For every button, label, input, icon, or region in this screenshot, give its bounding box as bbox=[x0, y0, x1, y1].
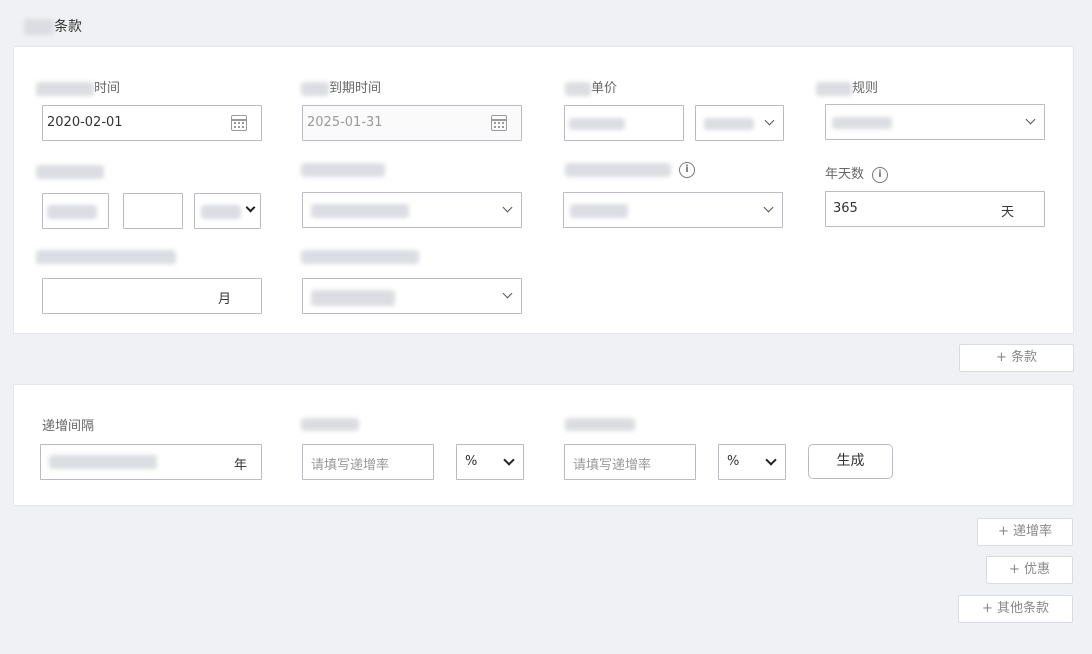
row2-select-1[interactable] bbox=[42, 193, 109, 229]
chevron-down-icon bbox=[1025, 114, 1036, 125]
row2-input-1[interactable] bbox=[123, 193, 183, 229]
days-per-year-input[interactable]: 365 天 bbox=[825, 191, 1045, 227]
row2-select-2[interactable] bbox=[194, 193, 261, 229]
increment-card: 递增间隔 年 请填写递增率 % 请填写递增率 % 生成 bbox=[13, 384, 1074, 506]
interval-label: 递增间隔 bbox=[42, 419, 95, 434]
chevron-down-icon bbox=[763, 202, 774, 213]
redacted-text bbox=[301, 418, 359, 431]
redacted-value bbox=[311, 290, 395, 306]
rate2-input[interactable]: 请填写递增率 bbox=[564, 444, 696, 480]
start-date-value: 2020-02-01 bbox=[47, 115, 123, 130]
rule-label: 规则 bbox=[816, 77, 878, 96]
add-increment-rate-label: + 递增率 bbox=[997, 524, 1053, 539]
calendar-icon[interactable] bbox=[231, 115, 247, 131]
redacted-text bbox=[816, 81, 852, 96]
redacted-text bbox=[565, 418, 635, 431]
expiry-date-input[interactable]: 2025-01-31 bbox=[302, 105, 522, 141]
rate1-input[interactable]: 请填写递增率 bbox=[302, 444, 434, 480]
months-input[interactable]: 月 bbox=[42, 278, 262, 314]
rate2-placeholder: 请填写递增率 bbox=[573, 458, 652, 473]
row3-label-1 bbox=[36, 249, 176, 264]
redacted-text bbox=[36, 81, 94, 96]
rate2-label bbox=[565, 417, 635, 432]
info-icon[interactable]: i bbox=[872, 166, 889, 183]
rate2-unit: % bbox=[727, 454, 740, 469]
redacted-value bbox=[49, 455, 157, 469]
redacted-value bbox=[311, 204, 409, 218]
redacted-text bbox=[565, 81, 591, 96]
redacted-value bbox=[832, 117, 892, 129]
month-unit: 月 bbox=[217, 292, 231, 307]
add-discount-label: + 优惠 bbox=[1008, 562, 1051, 577]
days-per-year-text: 年天数 bbox=[825, 167, 865, 182]
add-increment-rate-button[interactable]: + 递增率 bbox=[977, 518, 1073, 546]
rate1-label bbox=[301, 417, 359, 432]
interval-input[interactable]: 年 bbox=[40, 444, 262, 480]
add-terms-button[interactable]: + 条款 bbox=[959, 344, 1074, 372]
row2-label-1 bbox=[36, 164, 104, 179]
chevron-down-icon bbox=[765, 454, 777, 466]
rate1-placeholder: 请填写递增率 bbox=[311, 458, 390, 473]
add-other-terms-label: + 其他条款 bbox=[981, 601, 1050, 616]
redacted-text bbox=[301, 162, 385, 177]
expiry-time-label: 到期时间 bbox=[301, 77, 381, 96]
row3-label-2 bbox=[301, 249, 419, 264]
row2-label-2 bbox=[301, 162, 385, 177]
expiry-date-value: 2025-01-31 bbox=[307, 115, 383, 130]
redacted-text bbox=[301, 81, 329, 96]
redacted-value bbox=[570, 204, 628, 218]
chevron-down-icon bbox=[502, 202, 513, 213]
redacted-text bbox=[36, 164, 104, 179]
redacted-value bbox=[201, 205, 241, 219]
row2-select-3[interactable] bbox=[302, 192, 522, 228]
redacted-text bbox=[301, 249, 419, 264]
info-icon[interactable]: i bbox=[679, 162, 695, 178]
rule-select[interactable] bbox=[825, 104, 1045, 140]
start-time-label: 时间 bbox=[36, 77, 120, 96]
rate1-unit: % bbox=[465, 454, 478, 469]
section-title: 条款 bbox=[24, 16, 82, 36]
add-other-terms-button[interactable]: + 其他条款 bbox=[958, 595, 1073, 623]
chevron-down-icon bbox=[764, 115, 775, 126]
generate-label: 生成 bbox=[836, 453, 865, 469]
add-terms-label: + 条款 bbox=[995, 350, 1038, 365]
row3-select[interactable] bbox=[302, 278, 522, 314]
redacted-text bbox=[36, 249, 176, 264]
chevron-down-icon bbox=[503, 454, 515, 466]
row2-select-4[interactable] bbox=[563, 192, 783, 228]
terms-card: 时间 到期时间 单价 规则 2020-02-01 2025-01-31 i 年天… bbox=[13, 46, 1074, 334]
rate1-unit-select[interactable]: % bbox=[456, 444, 524, 480]
redacted-text bbox=[24, 19, 54, 35]
days-unit: 天 bbox=[1000, 205, 1014, 220]
chevron-down-icon bbox=[245, 202, 256, 213]
redacted-value bbox=[47, 205, 97, 219]
redacted-value bbox=[569, 118, 625, 130]
redacted-text bbox=[565, 163, 671, 177]
interval-unit: 年 bbox=[233, 458, 247, 473]
redacted-value bbox=[704, 118, 754, 130]
unit-price-input[interactable] bbox=[564, 105, 684, 141]
price-unit-select[interactable] bbox=[695, 105, 784, 141]
days-per-year-label: 年天数 i bbox=[825, 163, 889, 183]
unit-price-label: 单价 bbox=[565, 77, 617, 96]
start-date-input[interactable]: 2020-02-01 bbox=[42, 105, 262, 141]
generate-button[interactable]: 生成 bbox=[808, 444, 893, 479]
rate2-unit-select[interactable]: % bbox=[718, 444, 786, 480]
add-discount-button[interactable]: + 优惠 bbox=[986, 556, 1073, 584]
chevron-down-icon bbox=[502, 288, 513, 299]
days-per-year-value: 365 bbox=[833, 201, 858, 216]
calendar-icon[interactable] bbox=[491, 115, 507, 131]
row2-label-3: i bbox=[565, 162, 695, 178]
